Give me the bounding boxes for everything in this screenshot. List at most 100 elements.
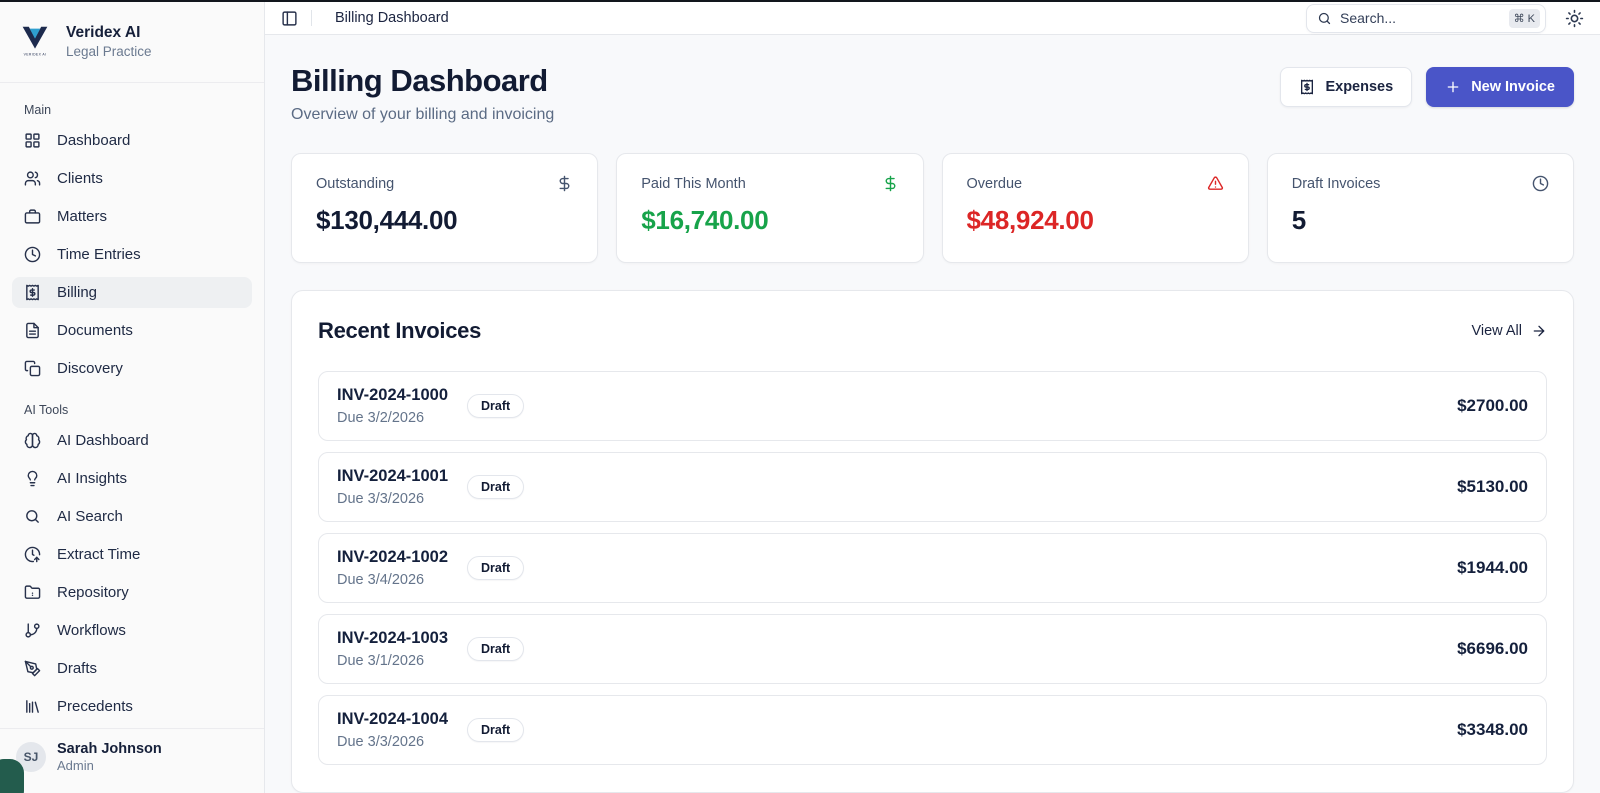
invoice-number: INV-2024-1002 [337, 546, 448, 568]
sidebar-item-precedents[interactable]: Precedents [12, 691, 252, 722]
sidebar-item-billing[interactable]: Billing [12, 277, 252, 308]
sidebar-item-workflows[interactable]: Workflows [12, 615, 252, 646]
invoice-due-date: Due 3/4/2026 [337, 570, 448, 590]
expenses-button[interactable]: Expenses [1280, 67, 1412, 107]
invoice-row[interactable]: INV-2024-1002Due 3/4/2026Draft$1944.00 [318, 533, 1547, 603]
sidebar-item-label: Dashboard [57, 132, 130, 149]
sidebar-item-label: Repository [57, 584, 129, 601]
brand-name: Veridex AI [66, 24, 152, 42]
grid-icon [24, 132, 41, 149]
stat-label: Paid This Month [641, 176, 746, 192]
invoice-amount: $6696.00 [1457, 639, 1528, 659]
sidebar-item-label: Time Entries [57, 246, 141, 263]
search-icon [24, 508, 41, 525]
status-badge: Draft [467, 718, 524, 742]
lightbulb-icon [24, 470, 41, 487]
pen-tool-icon [24, 660, 41, 677]
sidebar-item-repository[interactable]: Repository [12, 577, 252, 608]
stat-label: Draft Invoices [1292, 176, 1381, 192]
arrow-right-icon [1531, 323, 1547, 339]
sidebar-section-label: AI Tools [12, 391, 252, 425]
stat-value: $16,740.00 [641, 205, 898, 236]
expenses-button-label: Expenses [1325, 79, 1393, 95]
sidebar-item-clients[interactable]: Clients [12, 163, 252, 194]
sidebar-item-label: Clients [57, 170, 103, 187]
sidebar-item-label: Drafts [57, 660, 97, 677]
brain-icon [24, 432, 41, 449]
invoice-row[interactable]: INV-2024-1004Due 3/3/2026Draft$3348.00 [318, 695, 1547, 765]
stat-card: Draft Invoices5 [1267, 153, 1574, 263]
search-box[interactable]: ⌘ K [1306, 4, 1546, 33]
copy-icon [24, 360, 41, 377]
sidebar-item-dashboard[interactable]: Dashboard [12, 125, 252, 156]
new-invoice-button[interactable]: New Invoice [1426, 67, 1574, 107]
brand: VERIDEX AI Veridex AI Legal Practice [0, 2, 264, 83]
sidebar-item-drafts[interactable]: Drafts [12, 653, 252, 684]
search-icon [1317, 11, 1332, 26]
sidebar-item-ai-dashboard[interactable]: AI Dashboard [12, 425, 252, 456]
users-icon [24, 170, 41, 187]
sidebar-item-label: AI Insights [57, 470, 127, 487]
sidebar-item-matters[interactable]: Matters [12, 201, 252, 232]
breadcrumb: Billing Dashboard [335, 10, 449, 26]
svg-text:VERIDEX AI: VERIDEX AI [24, 52, 47, 56]
stat-card: Paid This Month $16,740.00 [616, 153, 923, 263]
plus-icon [1445, 79, 1461, 95]
sidebar-item-documents[interactable]: Documents [12, 315, 252, 346]
view-all-link[interactable]: View All [1471, 323, 1547, 339]
invoice-due-date: Due 3/2/2026 [337, 408, 448, 428]
invoice-amount: $3348.00 [1457, 720, 1528, 740]
invoice-row[interactable]: INV-2024-1003Due 3/1/2026Draft$6696.00 [318, 614, 1547, 684]
theme-toggle-sun-icon[interactable] [1565, 9, 1584, 28]
invoice-number: INV-2024-1004 [337, 708, 448, 730]
clock-icon [24, 246, 41, 263]
sidebar-item-label: AI Search [57, 508, 123, 525]
recent-invoices-panel: Recent Invoices View All INV-2024-1000Du… [291, 290, 1574, 793]
stats-row: Outstanding $130,444.00 Paid This Month $16… [291, 153, 1574, 263]
invoice-due-date: Due 3/3/2026 [337, 489, 448, 509]
status-badge: Draft [467, 394, 524, 418]
sidebar-item-time-entries[interactable]: Time Entries [12, 239, 252, 270]
sidebar-item-label: Billing [57, 284, 97, 301]
search-input[interactable] [1340, 10, 1501, 26]
invoice-amount: $5130.00 [1457, 477, 1528, 497]
user-role: Admin [57, 758, 162, 773]
invoice-row[interactable]: INV-2024-1001Due 3/3/2026Draft$5130.00 [318, 452, 1547, 522]
receipt-icon [24, 284, 41, 301]
sidebar-item-label: Workflows [57, 622, 126, 639]
invoice-amount: $2700.00 [1457, 396, 1528, 416]
stat-label: Outstanding [316, 176, 394, 192]
stat-card: Overdue$48,924.00 [942, 153, 1249, 263]
sidebar-item-extract-time[interactable]: Extract Time [12, 539, 252, 570]
status-badge: Draft [467, 637, 524, 661]
invoice-number: INV-2024-1000 [337, 384, 448, 406]
invoice-number: INV-2024-1001 [337, 465, 448, 487]
page-subtitle: Overview of your billing and invoicing [291, 106, 554, 124]
sidebar-toggle-icon[interactable] [281, 10, 298, 27]
file-text-icon [24, 322, 41, 339]
sidebar-item-discovery[interactable]: Discovery [12, 353, 252, 384]
recent-invoices-title: Recent Invoices [318, 318, 481, 344]
dollar-icon [882, 175, 899, 192]
new-invoice-button-label: New Invoice [1471, 79, 1555, 95]
stat-value: $130,444.00 [316, 205, 573, 236]
invoice-row[interactable]: INV-2024-1000Due 3/2/2026 Draft $2700.00 [318, 371, 1547, 441]
stat-value: $48,924.00 [967, 205, 1224, 236]
clock-icon [1532, 175, 1549, 192]
sidebar-section-label: Main [12, 91, 252, 125]
brand-subtitle: Legal Practice [66, 44, 152, 59]
sidebar-item-label: AI Dashboard [57, 432, 149, 449]
user-row[interactable]: SJ Sarah Johnson Admin [0, 728, 264, 793]
invoice-list: INV-2024-1000Due 3/2/2026Draft$2700.00IN… [318, 371, 1547, 765]
content: Billing Dashboard Overview of your billi… [265, 35, 1600, 793]
stat-card: Outstanding $130,444.00 [291, 153, 598, 263]
main-area: Billing Dashboard ⌘ K Billing Dashboard … [265, 2, 1600, 793]
topbar-divider [311, 10, 312, 26]
sidebar-item-ai-insights[interactable]: AI Insights [12, 463, 252, 494]
briefcase-icon [24, 208, 41, 225]
alert-triangle-icon [1207, 175, 1224, 192]
library-icon [24, 698, 41, 715]
page-title: Billing Dashboard [291, 63, 554, 99]
sidebar-item-ai-search[interactable]: AI Search [12, 501, 252, 532]
topbar: Billing Dashboard ⌘ K [265, 2, 1600, 35]
